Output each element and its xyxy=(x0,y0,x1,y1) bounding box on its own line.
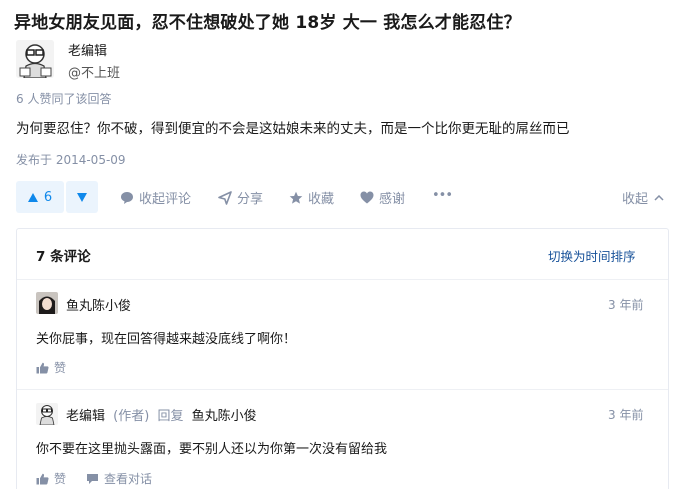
thumbs-up-icon xyxy=(36,473,49,484)
comment-text: 你不要在这里抛头露面，要不别人还以为你第一次没有留给我 xyxy=(36,442,388,457)
comment-bubble-icon xyxy=(121,191,133,204)
share-button[interactable]: 分享 xyxy=(218,188,263,207)
comment-text: 关你屁事，现在回答得越来越没底线了啊你！ xyxy=(36,332,297,347)
portrait-avatar-icon xyxy=(36,292,58,314)
reply-target[interactable]: 鱼丸陈小俊 xyxy=(192,409,257,424)
author-tag: (作者) xyxy=(113,409,150,424)
like-label: 赞 xyxy=(54,361,67,375)
comment-like-button[interactable]: 赞 xyxy=(36,359,66,376)
cartoon-avatar-icon xyxy=(16,40,54,78)
author-bio: @不上班 xyxy=(68,66,121,81)
author-name[interactable]: 老编辑 xyxy=(68,40,107,59)
question-title[interactable]: 异地女朋友见面，忍不住想破处了她 18岁 大一 我怎么才能忍住？ xyxy=(14,8,521,33)
triangle-down-icon xyxy=(77,192,87,202)
comment-reply-header: 老编辑 (作者) 回复 鱼丸陈小俊 xyxy=(66,405,257,424)
triangle-up-icon xyxy=(27,192,38,202)
star-icon xyxy=(289,191,303,204)
upvote-button[interactable]: 6 xyxy=(16,181,64,213)
reply-word: 回复 xyxy=(157,409,184,424)
view-conversation-label: 查看对话 xyxy=(104,472,153,486)
published-date[interactable]: 发布于 2014-05-09 xyxy=(16,151,126,168)
collapse-answer-button[interactable]: 收起 xyxy=(622,188,664,207)
cartoon-avatar-icon xyxy=(36,403,58,425)
collect-label: 收藏 xyxy=(308,192,335,207)
comments-toggle-label: 收起评论 xyxy=(139,192,192,207)
downvote-button[interactable] xyxy=(66,181,98,213)
collect-button[interactable]: 收藏 xyxy=(289,188,334,207)
comment-author[interactable]: 鱼丸陈小俊 xyxy=(66,295,131,314)
answer-content: 为何要忍住？你不破，得到便宜的不会是这姑娘未来的丈夫，而是一个比你更无耻的屌丝而… xyxy=(16,121,570,137)
author-avatar[interactable] xyxy=(16,40,54,78)
conversation-icon xyxy=(87,473,98,484)
sort-toggle-link[interactable]: 切换为时间排序 xyxy=(548,246,636,265)
like-label: 赞 xyxy=(54,472,67,486)
thanks-label: 感谢 xyxy=(379,192,406,207)
upvote-count: 6 xyxy=(43,189,53,205)
divider xyxy=(17,389,668,390)
view-conversation-button[interactable]: 查看对话 xyxy=(86,470,152,487)
paper-plane-icon xyxy=(218,190,232,205)
more-options-button[interactable]: ••• xyxy=(432,188,453,203)
comment-like-button[interactable]: 赞 xyxy=(36,470,66,487)
commenter-avatar[interactable] xyxy=(36,403,58,425)
more-icon: ••• xyxy=(432,188,453,203)
divider xyxy=(17,279,668,280)
commenter-avatar[interactable] xyxy=(36,292,58,314)
chevron-up-icon xyxy=(654,194,664,201)
comment-time: 3 年前 xyxy=(608,408,644,422)
thumbs-up-icon xyxy=(36,362,49,373)
comments-toggle-button[interactable]: 收起评论 xyxy=(120,188,191,207)
comment-time: 3 年前 xyxy=(608,298,644,312)
comments-count-heading: 7 条评论 xyxy=(36,249,91,265)
share-label: 分享 xyxy=(237,192,264,207)
comment-author[interactable]: 老编辑 xyxy=(66,409,105,424)
heart-icon xyxy=(360,191,374,204)
vote-summary[interactable]: 6 人赞同了该回答 xyxy=(16,90,111,107)
collapse-label: 收起 xyxy=(622,192,649,207)
thanks-button[interactable]: 感谢 xyxy=(360,188,405,207)
